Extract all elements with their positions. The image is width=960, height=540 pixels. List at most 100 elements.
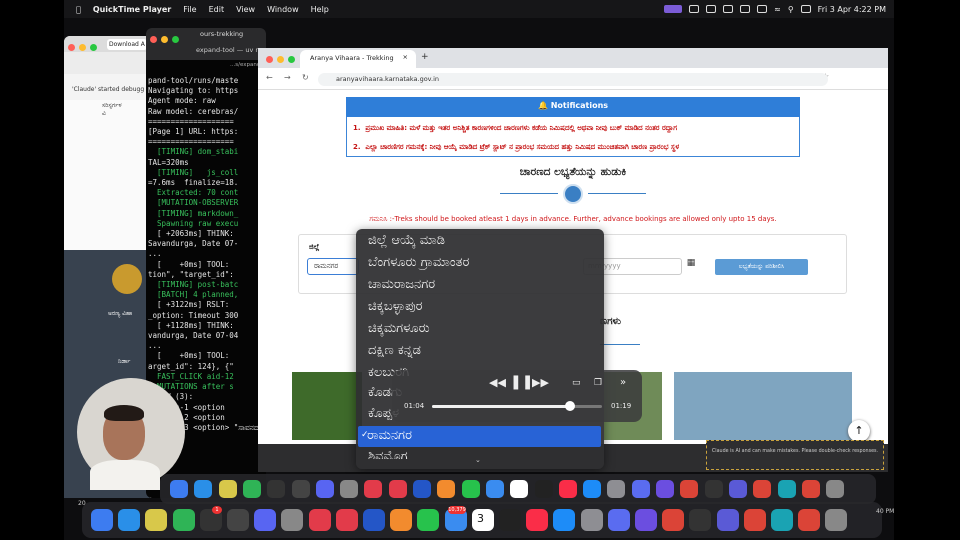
fast-forward-icon[interactable]: ▶▶ [532, 376, 549, 389]
dropdown-option[interactable]: ಚಿಕ್ಕಬಳ್ಳಾಪುರ [368, 299, 423, 314]
browser-tab[interactable]: Aranya Vihaara - Trekking × [300, 50, 416, 68]
progress-handle[interactable] [564, 401, 575, 411]
dock-app-icon[interactable] [485, 480, 504, 498]
dock-app-icon[interactable] [607, 509, 630, 531]
recording-icon[interactable] [664, 5, 683, 13]
dock-app-icon[interactable] [510, 480, 529, 498]
dock-app-icon[interactable] [534, 480, 553, 498]
dropdown-option[interactable]: ಜಿಲ್ಲೆ ಆಯ್ಕೆ ಮಾಡಿ [368, 233, 445, 248]
dock-app-icon[interactable] [631, 480, 650, 498]
apple-icon[interactable]:  [76, 5, 81, 14]
control-center-icon[interactable] [800, 5, 811, 13]
trek-photo[interactable] [674, 372, 852, 440]
dock-app-icon[interactable] [743, 509, 766, 531]
terminal-tab[interactable]: expand-tool — uv run [196, 46, 266, 54]
dock-app-icon[interactable] [753, 480, 772, 498]
scroll-top-button[interactable]: ↑ [848, 420, 870, 442]
dock-app-icon[interactable] [801, 480, 820, 498]
dock-app-icon[interactable] [227, 509, 249, 531]
share-icon[interactable]: » [620, 377, 626, 388]
dock-app-icon[interactable] [662, 509, 685, 531]
dock-app-icon[interactable] [461, 480, 480, 498]
wifi-icon[interactable]: ≈ [774, 5, 781, 14]
close-icon[interactable]: × [403, 53, 408, 61]
dropdown-option[interactable]: ದಕ್ಷಿಣ ಕನ್ನಡ [368, 343, 421, 358]
dock-app-icon[interactable] [363, 509, 385, 531]
dock-app-icon[interactable] [656, 480, 674, 498]
dock-app-icon[interactable] [798, 509, 821, 531]
dropdown-option-selected[interactable]: ರಾಮನಗರ [358, 426, 601, 447]
dock-app-icon[interactable] [777, 480, 796, 498]
dock-app-icon[interactable] [254, 509, 277, 531]
dock-app-icon[interactable] [635, 509, 657, 531]
dock-app-icon[interactable] [291, 480, 310, 498]
clock[interactable]: Fri 3 Apr 4:22 PM [818, 5, 886, 14]
dock-app-icon[interactable] [716, 509, 739, 531]
dock-app-icon[interactable] [526, 509, 549, 531]
menu-view[interactable]: View [236, 5, 255, 14]
rewind-icon[interactable]: ◀◀ [489, 376, 506, 389]
url-field[interactable]: aranyavihaara.karnataka.gov.in [318, 73, 828, 86]
dock-app-icon[interactable] [218, 480, 237, 498]
back-icon[interactable]: ← [266, 73, 273, 82]
status-icon[interactable] [706, 5, 717, 13]
dock-app-icon[interactable] [172, 509, 195, 531]
status-icon[interactable] [689, 5, 700, 13]
search-icon[interactable]: ⚲ [788, 5, 794, 14]
dock-app-icon[interactable] [499, 509, 521, 531]
calendar-icon[interactable]: ▦ [683, 258, 699, 275]
dock-app-icon[interactable] [704, 480, 723, 498]
dock-app-icon[interactable] [607, 480, 626, 498]
district-select[interactable]: ರಾಮನಗರ [307, 258, 359, 275]
dropdown-option[interactable]: ಚಾಮರಾಜನಗರ [368, 277, 435, 292]
dock-app-icon[interactable] [281, 509, 304, 531]
dock-app-icon[interactable] [308, 509, 331, 531]
dock-app-icon[interactable] [771, 509, 793, 531]
dock-app-icon[interactable] [267, 480, 286, 498]
dock-app-icon[interactable] [437, 480, 456, 498]
trek-photo[interactable] [292, 372, 362, 440]
pip-icon[interactable]: ❐ [594, 378, 602, 388]
dock-app-icon[interactable] [728, 480, 747, 498]
dock-app-icon[interactable] [242, 480, 261, 498]
menu-file[interactable]: File [183, 5, 196, 14]
status-icon[interactable] [723, 5, 734, 13]
background-tab[interactable]: Download A [107, 39, 147, 50]
battery-icon[interactable] [757, 5, 768, 13]
forward-icon[interactable]: → [284, 73, 291, 82]
dock-app-icon[interactable] [553, 509, 576, 531]
app-menu[interactable]: QuickTime Player [93, 5, 171, 14]
dock-app-icon[interactable] [825, 509, 848, 531]
dock-app-icon[interactable] [680, 480, 699, 498]
menu-edit[interactable]: Edit [209, 5, 225, 14]
dock-app-icon[interactable] [194, 480, 213, 498]
dock-app-icon[interactable] [91, 509, 113, 531]
menu-help[interactable]: Help [311, 5, 329, 14]
status-icon[interactable] [740, 5, 751, 13]
dock-app-icon[interactable] [689, 509, 712, 531]
dock-app-icon[interactable] [413, 480, 431, 498]
dropdown-option[interactable]: ಬೆಂಗಳೂರು ಗ್ರಾಮಾಂತರ [368, 255, 469, 270]
menu-window[interactable]: Window [267, 5, 299, 14]
reload-icon[interactable]: ↻ [302, 73, 309, 82]
dock-app-icon[interactable] [390, 509, 413, 531]
dock-app-icon[interactable] [826, 480, 845, 498]
check-availability-button[interactable]: ಲಭ್ಯತೆಯನ್ನು ಪರಿಶೀಲಿಸಿ [715, 259, 808, 275]
dock-app-icon[interactable] [364, 480, 383, 498]
dock-app-icon[interactable] [583, 480, 602, 498]
new-tab-icon[interactable]: + [421, 52, 429, 62]
airplay-icon[interactable]: ▭ [572, 378, 581, 388]
dock-app-icon[interactable] [580, 509, 603, 531]
dropdown-option[interactable]: ಚಿಕ್ಕಮಗಳೂರು [368, 321, 430, 336]
dock-app-icon[interactable] [388, 480, 407, 498]
dock-app-icon[interactable] [558, 480, 577, 498]
dock-app-icon[interactable] [118, 509, 141, 531]
dock-app-icon[interactable] [145, 509, 168, 531]
dropdown-option[interactable]: ಶಿವಮೊಗ್ಗ [368, 449, 408, 459]
dock-app-icon[interactable] [315, 480, 334, 498]
pause-icon[interactable]: ❚❚ [510, 374, 533, 390]
dock-app-icon[interactable] [340, 480, 359, 498]
dock-app-icon[interactable] [417, 509, 440, 531]
chevron-down-icon[interactable]: ⌄ [475, 456, 481, 464]
dock-app-icon[interactable] [170, 480, 188, 498]
